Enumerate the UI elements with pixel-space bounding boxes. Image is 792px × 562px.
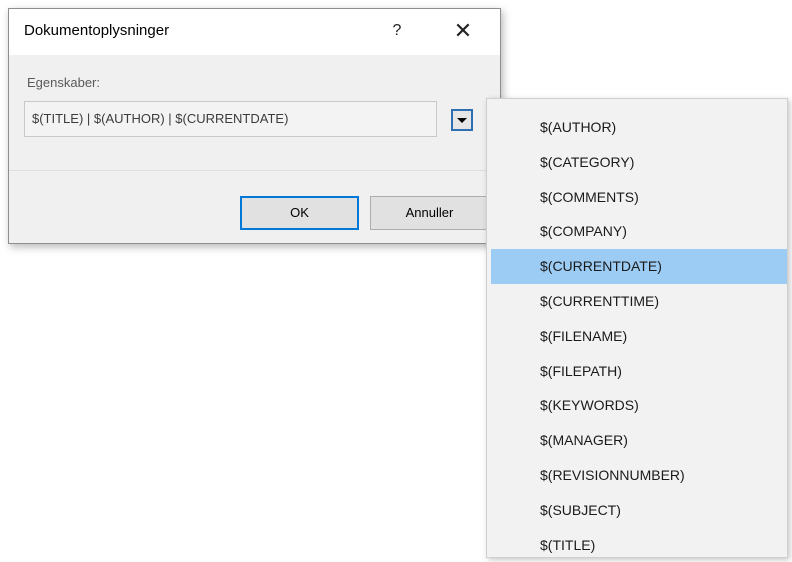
menu-item[interactable]: $(MANAGER) <box>487 423 787 458</box>
menu-item[interactable]: $(REVISIONNUMBER) <box>487 458 787 493</box>
menu-item[interactable]: $(KEYWORDS) <box>487 388 787 423</box>
menu-item[interactable]: $(FILENAME) <box>487 319 787 354</box>
cancel-button[interactable]: Annuller <box>370 196 489 230</box>
document-info-dialog: Dokumentoplysninger ? ✕ Egenskaber: $(TI… <box>8 8 501 244</box>
ok-button[interactable]: OK <box>240 196 359 230</box>
menu-item[interactable]: $(AUTHOR) <box>487 110 787 145</box>
menu-item[interactable]: $(TITLE) <box>487 528 787 562</box>
separator <box>9 170 500 171</box>
menu-item[interactable]: $(CATEGORY) <box>487 145 787 180</box>
dialog-title: Dokumentoplysninger <box>24 22 170 39</box>
title-bar: Dokumentoplysninger ? ✕ <box>9 9 500 55</box>
menu-item[interactable]: $(SUBJECT) <box>487 493 787 528</box>
dropdown-button[interactable] <box>451 109 473 131</box>
help-button[interactable]: ? <box>375 15 419 47</box>
chevron-down-icon <box>457 118 467 123</box>
dropdown-menu: $(AUTHOR) $(CATEGORY) $(COMMENTS) $(COMP… <box>486 98 788 558</box>
close-button[interactable]: ✕ <box>441 15 485 47</box>
properties-label: Egenskaber: <box>27 75 100 90</box>
menu-item[interactable]: $(CURRENTTIME) <box>487 284 787 319</box>
menu-item[interactable]: $(FILEPATH) <box>487 354 787 389</box>
properties-input[interactable]: $(TITLE) | $(AUTHOR) | $(CURRENTDATE) <box>24 101 437 137</box>
menu-item[interactable]: $(COMPANY) <box>487 214 787 249</box>
menu-item-selected[interactable]: $(CURRENTDATE) <box>491 249 787 284</box>
menu-item[interactable]: $(COMMENTS) <box>487 180 787 215</box>
